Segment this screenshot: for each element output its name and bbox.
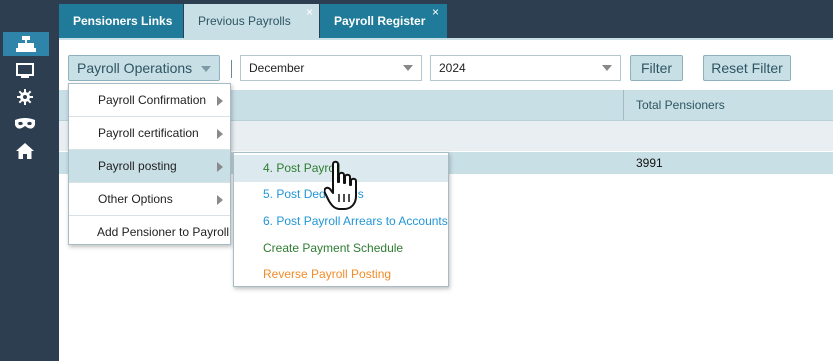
- menu-item-label: Payroll Confirmation: [98, 93, 207, 107]
- hand-cursor-icon: [324, 160, 357, 210]
- payroll-operations-menu: Payroll Confirmation Payroll certificati…: [68, 83, 231, 245]
- tab-previous-payrolls[interactable]: Previous Payrolls ×: [184, 4, 319, 38]
- divider: [231, 60, 232, 78]
- sidebar-item-security[interactable]: [14, 114, 36, 134]
- tab-label: Previous Payrolls: [198, 14, 291, 28]
- monitor-icon: [16, 63, 34, 78]
- chevron-down-icon: [602, 65, 612, 71]
- submenu-item-post-arrears[interactable]: 6. Post Payroll Arrears to Accounts: [234, 208, 448, 235]
- menu-item-label: Payroll certification: [98, 126, 199, 140]
- menu-item-label: Payroll posting: [98, 159, 177, 173]
- menu-item-label: Other Options: [98, 192, 173, 206]
- chevron-right-icon: [217, 96, 223, 106]
- month-value: December: [249, 61, 305, 75]
- chevron-down-icon: [403, 65, 413, 71]
- tab-payroll-register[interactable]: Payroll Register ×: [320, 4, 447, 38]
- total-pensioners-cell: 3991: [636, 156, 663, 170]
- divider: [59, 38, 833, 40]
- tab-pensioners-links[interactable]: Pensioners Links: [59, 4, 183, 38]
- sidebar-item-settings[interactable]: [14, 87, 36, 107]
- menu-item-other-options[interactable]: Other Options: [69, 183, 230, 216]
- tab-bar: Pensioners Links Previous Payrolls × Pay…: [59, 0, 833, 38]
- home-icon: [16, 143, 34, 159]
- cashier-icon: [16, 36, 36, 52]
- submenu-item-reverse-payroll-posting[interactable]: Reverse Payroll Posting: [234, 261, 448, 288]
- close-icon[interactable]: ×: [306, 0, 313, 29]
- menu-item-label: Add Pensioner to Payroll: [97, 225, 230, 239]
- chevron-down-icon: [201, 66, 211, 72]
- submenu-item-create-payment-schedule[interactable]: Create Payment Schedule: [234, 235, 448, 262]
- sidebar-item-monitor[interactable]: [14, 61, 36, 81]
- chevron-right-icon: [217, 162, 223, 172]
- year-select[interactable]: 2024: [430, 55, 621, 81]
- column-header-total-pensioners[interactable]: Total Pensioners: [623, 90, 725, 120]
- sidebar: [0, 0, 231, 361]
- tab-label: Payroll Register: [334, 14, 426, 28]
- menu-item-payroll-confirmation[interactable]: Payroll Confirmation: [69, 84, 230, 117]
- reset-filter-button[interactable]: Reset Filter: [703, 55, 791, 81]
- payroll-operations-button[interactable]: Payroll Operations: [68, 55, 220, 81]
- sidebar-item-home[interactable]: [14, 141, 36, 161]
- menu-item-payroll-posting[interactable]: Payroll posting: [69, 150, 230, 183]
- gear-icon: [17, 89, 33, 105]
- tab-label: Pensioners Links: [73, 14, 173, 28]
- chevron-right-icon: [217, 129, 223, 139]
- chevron-right-icon: [217, 195, 223, 205]
- menu-item-add-pensioner[interactable]: Add Pensioner to Payroll: [69, 216, 230, 249]
- filter-button[interactable]: Filter: [630, 55, 683, 81]
- month-select[interactable]: December: [240, 55, 422, 81]
- year-value: 2024: [439, 61, 466, 75]
- mask-icon: [15, 118, 35, 129]
- close-icon[interactable]: ×: [432, 0, 439, 29]
- sidebar-item-payroll[interactable]: [3, 32, 49, 56]
- payroll-operations-label: Payroll Operations: [77, 60, 193, 76]
- menu-item-payroll-certification[interactable]: Payroll certification: [69, 117, 230, 150]
